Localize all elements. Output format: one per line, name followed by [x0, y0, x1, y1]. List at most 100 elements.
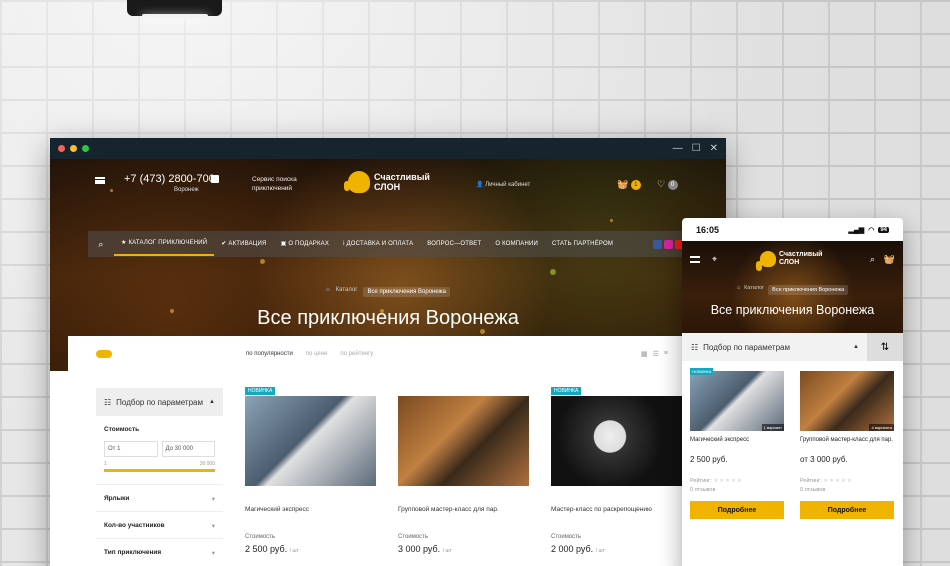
account-link[interactable]: 👤 Личный кабинет [476, 181, 530, 188]
breadcrumb: ⌂ Каталог Все приключения Воронежа [682, 285, 903, 295]
new-badge: НОВИНКА [690, 368, 714, 375]
close-dot[interactable] [58, 145, 65, 152]
variant-count: 4 варианта [869, 424, 894, 431]
sort-price[interactable]: по цене [306, 351, 328, 357]
minimize-dot[interactable] [70, 145, 77, 152]
logo-line2: СЛОН [779, 259, 800, 266]
product-grid: НОВИНКА Магический экспресс Стоимость 2 … [245, 387, 682, 554]
home-icon[interactable]: ⌂ [326, 287, 330, 297]
product-name[interactable]: Мастер-класс по раскрепощению [551, 506, 682, 530]
sort-popular[interactable]: по популярности [246, 351, 293, 357]
details-button[interactable]: Подробнее [690, 501, 784, 519]
range-min: 1 [104, 461, 107, 467]
nav-faq[interactable]: ВОПРОС—ОТВЕТ [420, 231, 488, 257]
product-card[interactable]: НОВИНКА Магический экспресс Стоимость 2 … [245, 387, 376, 554]
star-icons: ★★★★★ [713, 478, 743, 484]
product-name[interactable]: Магический экспресс [690, 437, 784, 455]
price-from-input[interactable]: От 1 [104, 441, 158, 457]
basket-icon: 🧺 [617, 179, 629, 189]
view-toggle[interactable] [96, 350, 112, 358]
close-icon[interactable]: ✕ [710, 143, 718, 154]
product-name[interactable]: Групповой мастер-класс для пар. [800, 437, 894, 455]
product-card[interactable]: НОВИНКА 1 вариант Магический экспресс 2 … [690, 368, 784, 519]
home-icon[interactable]: ⌂ [737, 285, 740, 295]
chevron-up-icon: ▲ [209, 399, 215, 405]
catalog-content: по популярности по цене по рейтингу ▦ ☰ … [68, 336, 688, 566]
filter-labels[interactable]: Ярлыки ▾ [96, 485, 223, 503]
mobile-hero: ⌖ Счастливый СЛОН ⌕ 🧺 ⌂ Каталог Все прик… [682, 241, 903, 333]
nav-partner[interactable]: СТАТЬ ПАРТНЁРОМ [545, 231, 620, 257]
compact-view-icon[interactable]: ≡ [664, 350, 668, 358]
maximize-dot[interactable] [82, 145, 89, 152]
search-icon[interactable]: ⌕ [870, 254, 875, 265]
favorites-button[interactable]: ♡ 0 [657, 179, 678, 190]
search-icon[interactable]: ⌕ [88, 239, 114, 250]
menu-icon[interactable] [95, 177, 105, 184]
filter-participants[interactable]: Кол-во участников ▾ [96, 512, 223, 530]
sort-rating[interactable]: по рейтингу [340, 351, 373, 357]
basket-icon[interactable]: 🧺 [884, 254, 895, 265]
page-title: Все приключения Воронежа [257, 307, 519, 329]
filter-cost-section[interactable]: Стоимость [96, 416, 223, 433]
variant-count: 1 вариант [761, 424, 784, 431]
cart-button[interactable]: 🧺 1 [617, 179, 641, 190]
wifi-icon: ◠ [868, 226, 875, 234]
elephant-logo-icon [344, 171, 370, 193]
site-logo[interactable]: Счастливый СЛОН [756, 251, 822, 271]
instagram-icon[interactable] [664, 239, 673, 249]
new-badge: НОВИНКА [551, 387, 582, 395]
reviews-count[interactable]: 0 отзывов [690, 487, 784, 493]
nav-activation[interactable]: ✔ АКТИВАЦИЯ [214, 231, 273, 257]
product-image[interactable]: НОВИНКА 1 вариант [690, 368, 784, 431]
main-nav: ⌕ ★ КАТАЛОГ ПРИКЛЮЧЕНИЙ ✔ АКТИВАЦИЯ ▣ О … [88, 231, 688, 257]
details-button[interactable]: Подробнее [800, 501, 894, 519]
product-price: от 3 000 руб. [800, 455, 848, 464]
product-image[interactable]: НОВИНКА [551, 387, 682, 486]
price-to-input[interactable]: До 30 000 [161, 441, 215, 457]
product-name[interactable]: Магический экспресс [245, 506, 376, 530]
sort-button[interactable]: ⇅ [867, 333, 903, 361]
price-label: Стоимость [245, 534, 276, 540]
nav-gifts[interactable]: ▣ О ПОДАРКАХ [274, 231, 337, 257]
location-pin-icon[interactable]: ⌖ [712, 254, 717, 265]
range-max: 30 000 [199, 461, 215, 467]
nav-delivery[interactable]: i ДОСТАВКА И ОПЛАТА [336, 231, 420, 257]
elephant-logo-icon [756, 251, 776, 271]
city-selector[interactable]: Воронеж [174, 187, 199, 193]
product-image[interactable]: НОВИНКА [245, 387, 376, 486]
restore-icon[interactable]: ☐ [692, 143, 701, 154]
product-card[interactable]: НОВИНКА Мастер-класс по раскрепощению Ст… [551, 387, 682, 554]
desktop-browser-window: — ☐ ✕ +7 (473) 2800-700 Воронеж Сервис п… [50, 138, 726, 566]
list-view-icon[interactable]: ☰ [653, 350, 659, 358]
product-image[interactable] [398, 396, 529, 486]
breadcrumb-catalog[interactable]: Каталог [336, 287, 358, 297]
facebook-icon[interactable] [653, 239, 662, 249]
filter-type[interactable]: Тип приключения ▾ [96, 539, 223, 557]
product-price: 3 000 руб. / шт [398, 544, 452, 554]
product-name[interactable]: Групповой мастер-класс для пар. [398, 506, 529, 530]
phone-number[interactable]: +7 (473) 2800-700 [124, 173, 215, 185]
reviews-count[interactable]: 0 отзывов [800, 487, 894, 493]
menu-icon[interactable] [690, 256, 700, 263]
sort-options: по популярности по цене по рейтингу [246, 351, 373, 357]
phone-dropdown-icon[interactable] [211, 175, 219, 183]
filter-toggle[interactable]: ☷ Подбор по параметрам ▲ [682, 333, 867, 361]
status-bar: 16:05 ▂▄▆ ◠ 94 [682, 218, 903, 241]
price-slider[interactable] [104, 469, 215, 472]
grid-view-icon[interactable]: ▦ [641, 350, 648, 358]
breadcrumb-catalog[interactable]: Каталог [744, 285, 764, 295]
breadcrumb-current: Все приключения Воронежа [363, 287, 450, 297]
product-image[interactable]: 4 варианта [800, 371, 894, 431]
rating: Рейтинг: ★★★★★ [800, 478, 853, 484]
product-card[interactable]: 4 варианта Групповой мастер-класс для па… [800, 371, 894, 519]
product-price: 2 500 руб. [690, 455, 728, 464]
window-titlebar: — ☐ ✕ [50, 138, 726, 159]
layout-switcher: ▦ ☰ ≡ [641, 350, 668, 358]
minimize-icon[interactable]: — [673, 143, 683, 154]
filter-header[interactable]: ☷ Подбор по параметрам ▲ [96, 388, 223, 416]
nav-catalog[interactable]: ★ КАТАЛОГ ПРИКЛЮЧЕНИЙ [114, 232, 215, 256]
product-card[interactable]: Групповой мастер-класс для пар. Стоимост… [398, 396, 529, 554]
site-logo[interactable]: Счастливый СЛОН [344, 171, 430, 193]
nav-about[interactable]: О КОМПАНИИ [488, 231, 545, 257]
cart-count-badge: 1 [630, 179, 641, 190]
